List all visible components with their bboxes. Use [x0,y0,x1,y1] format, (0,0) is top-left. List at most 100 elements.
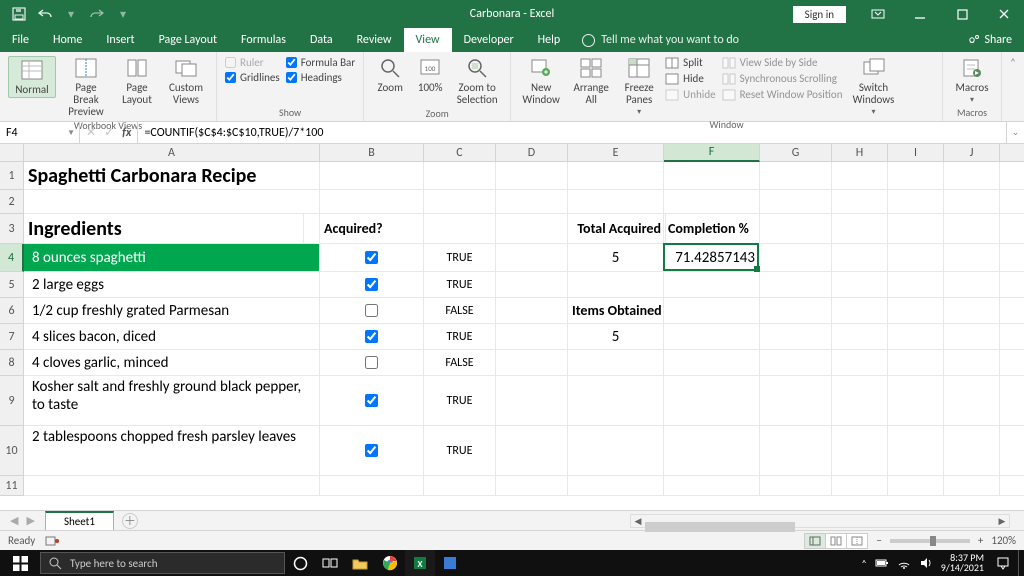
cell[interactable] [888,244,944,272]
cell[interactable] [832,162,888,190]
cell[interactable] [664,476,760,496]
ingredients-header[interactable]: Ingredients [24,214,304,244]
cell[interactable] [944,190,1000,214]
cell[interactable] [832,298,888,324]
acquired-cell[interactable] [320,324,424,350]
cell[interactable] [944,350,1000,376]
cell[interactable] [664,426,760,476]
cancel-formula-icon[interactable]: ✕ [86,125,96,140]
page-layout-status-button[interactable] [825,533,847,549]
qat-customize-icon[interactable]: ▾ [112,3,134,25]
collapse-ribbon-icon[interactable]: ˄ [1002,52,1024,121]
cell[interactable] [760,298,832,324]
cell[interactable] [944,244,1000,272]
horizontal-scrollbar[interactable]: ◀ ▶ [630,514,1010,528]
cell[interactable] [760,214,832,244]
cell[interactable] [496,214,568,244]
cell[interactable] [944,162,1000,190]
next-sheet-icon[interactable]: ▶ [26,514,34,527]
unhide-button[interactable]: Unhide [665,88,715,101]
cell[interactable] [832,476,888,496]
acquired-checkbox[interactable] [365,330,378,343]
cell[interactable] [944,298,1000,324]
zoom-in-icon[interactable]: + [978,534,983,547]
row-header-6[interactable]: 6 [0,298,24,324]
cell[interactable] [496,426,568,476]
acquired-checkbox[interactable] [365,356,378,369]
cell[interactable] [664,324,760,350]
column-header-A[interactable]: A [24,144,320,162]
cell[interactable] [1000,214,1024,244]
tab-view[interactable]: View [404,28,452,52]
cell[interactable] [760,376,832,426]
truth-cell[interactable]: TRUE [424,426,496,476]
acquired-checkbox[interactable] [365,251,378,264]
acquired-cell[interactable] [320,244,424,272]
ingredient-name[interactable]: Kosher salt and freshly ground black pep… [24,376,320,426]
tab-insert[interactable]: Insert [94,28,146,52]
formula-input[interactable]: =COUNTIF($C$4:$C$10,TRUE)/7*100 [138,122,1006,143]
tray-overflow-icon[interactable]: ˄ [861,557,866,570]
cell[interactable] [568,350,664,376]
arrange-all-button[interactable]: Arrange All [569,56,613,106]
prev-sheet-icon[interactable]: ◀ [10,514,18,527]
cell[interactable] [496,162,568,190]
scroll-right-icon[interactable]: ▶ [995,516,1009,527]
select-all-button[interactable] [0,144,24,162]
scrollbar-thumb[interactable] [645,522,795,532]
cell[interactable] [760,190,832,214]
completion-value[interactable]: 71.42857143 [664,244,760,272]
cell[interactable] [424,214,496,244]
taskbar-search[interactable]: Type here to search [40,552,285,574]
cell[interactable] [760,324,832,350]
notifications-icon[interactable] [996,556,1010,570]
truth-cell[interactable]: FALSE [424,298,496,324]
cell[interactable] [568,426,664,476]
acquired-cell[interactable] [320,376,424,426]
task-view-icon[interactable] [315,550,345,576]
normal-view-status-button[interactable] [804,533,826,549]
cell[interactable] [888,162,944,190]
start-button[interactable] [0,550,40,576]
cell[interactable] [944,376,1000,426]
row-header-3[interactable]: 3 [0,214,24,244]
cell[interactable] [568,476,664,496]
page-break-status-button[interactable] [846,533,868,549]
cell[interactable] [664,190,760,214]
undo-dropdown-icon[interactable]: ▾ [60,3,82,25]
page-layout-view-button[interactable]: Page Layout [116,56,158,106]
sheet-tab-sheet1[interactable]: Sheet1 [45,511,114,530]
cell[interactable] [1000,350,1024,376]
macro-record-icon[interactable] [45,535,59,547]
column-header-K[interactable]: K [1000,144,1024,162]
tab-page-layout[interactable]: Page Layout [147,28,229,52]
cell[interactable] [944,476,1000,496]
volume-icon[interactable] [919,557,933,569]
zoom-100-button[interactable]: 100 100% [414,56,446,94]
tab-help[interactable]: Help [526,28,573,52]
show-desktop-button[interactable] [1018,550,1022,576]
ingredient-name[interactable]: 4 slices bacon, diced [24,324,320,350]
ingredient-name[interactable]: 8 ounces spaghetti [24,244,320,272]
tab-review[interactable]: Review [345,28,404,52]
file-explorer-taskbar-icon[interactable] [345,550,375,576]
row-header-4[interactable]: 4 [0,244,24,272]
spreadsheet-grid[interactable]: ABCDEFGHIJK 1234567891011 Spaghetti Carb… [0,144,1024,510]
cell[interactable] [568,376,664,426]
cell[interactable] [24,190,320,214]
cell[interactable] [888,476,944,496]
row-header-11[interactable]: 11 [0,476,24,496]
row-header-5[interactable]: 5 [0,272,24,298]
minimize-icon[interactable] [900,0,940,28]
truth-cell[interactable]: FALSE [424,350,496,376]
sheet-nav[interactable]: ◀▶ [0,514,45,527]
acquired-checkbox[interactable] [365,444,378,457]
cell[interactable] [888,190,944,214]
cell[interactable] [888,376,944,426]
tab-formulas[interactable]: Formulas [229,28,298,52]
ingredient-name[interactable]: 2 large eggs [24,272,320,298]
cell[interactable] [664,162,760,190]
cell[interactable] [568,190,664,214]
cell[interactable] [320,476,424,496]
taskbar-clock[interactable]: 8:37 PM 9/14/2021 [941,553,988,573]
